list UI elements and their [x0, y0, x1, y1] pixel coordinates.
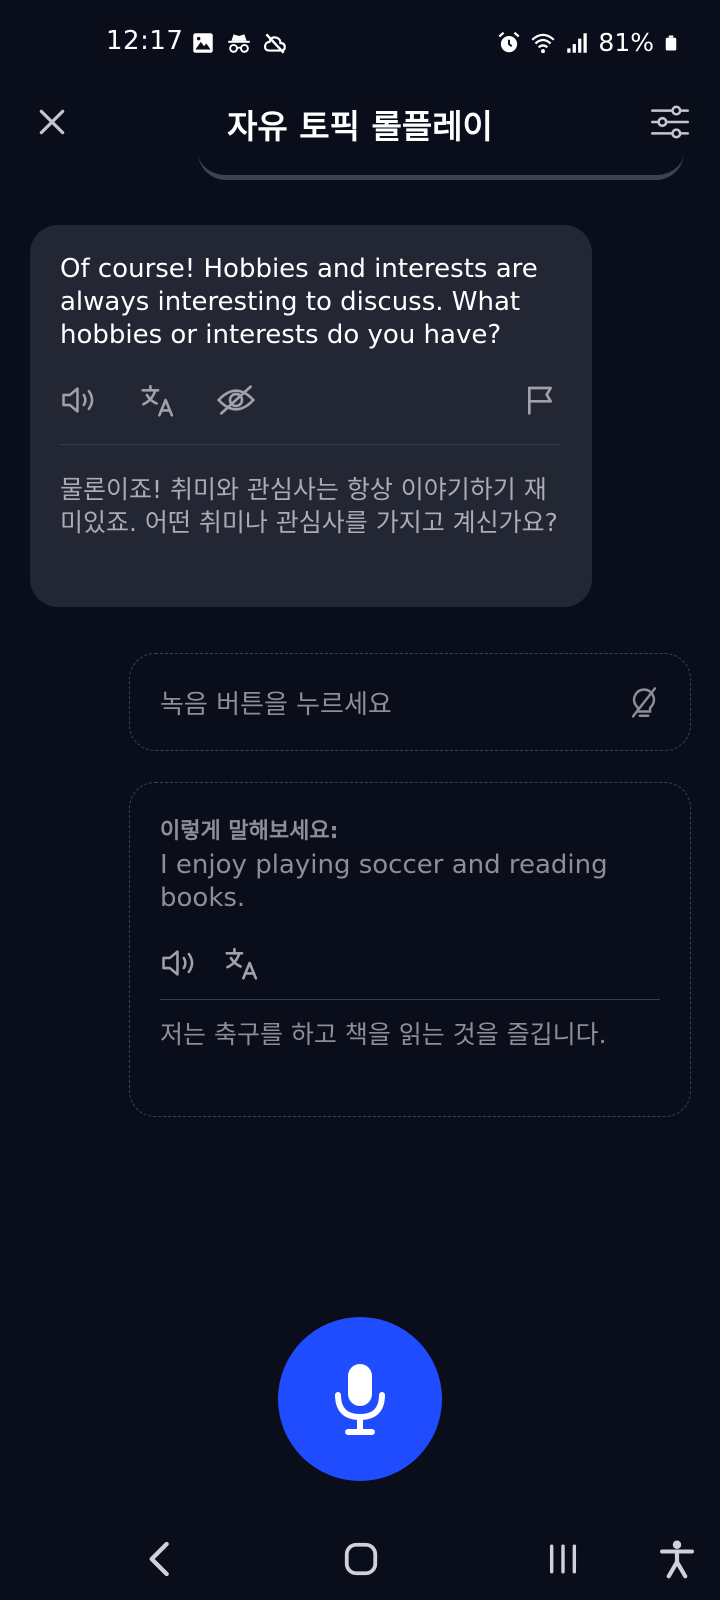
translate-icon: [225, 947, 258, 980]
suggestion-divider: [160, 999, 660, 1000]
bubble-divider: [60, 444, 560, 445]
ai-message-bubble: Of course! Hobbies and interests are alw…: [30, 225, 592, 607]
report-button[interactable]: [520, 380, 560, 420]
status-bar: 12:17 81%: [0, 0, 720, 84]
speaker-icon: [162, 950, 194, 976]
status-left-icons: [190, 30, 288, 56]
nav-accessibility-button[interactable]: [652, 1534, 702, 1584]
sliders-icon: [651, 105, 689, 139]
status-right-icons: 81%: [496, 28, 680, 57]
battery-icon: [665, 35, 677, 50]
suggestion-box: 이렇게 말해보세요: I enjoy playing soccer and re…: [129, 782, 691, 1117]
hint-off-icon: [631, 687, 657, 718]
ai-message-text: Of course! Hobbies and interests are alw…: [60, 254, 538, 350]
back-icon: [149, 1541, 169, 1577]
accessibility-icon: [660, 1540, 694, 1579]
microphone-icon: [335, 1364, 385, 1435]
app-header: 자유 토픽 롤플레이: [0, 84, 720, 160]
nav-back-button[interactable]: [135, 1534, 185, 1584]
status-time: 12:17: [106, 26, 184, 56]
suggestion-speak-button[interactable]: [160, 943, 200, 983]
suggestion-label: 이렇게 말해보세요:: [160, 819, 339, 844]
signal-icon: [567, 32, 588, 53]
hide-text-button[interactable]: [216, 380, 256, 420]
speak-button[interactable]: [60, 380, 100, 420]
gallery-icon: [193, 33, 213, 53]
ai-message-translation: 물론이죠! 취미와 관심사는 항상 이야기하기 재미있죠. 어떤 취미나 관심사…: [60, 475, 558, 537]
wifi-icon: [531, 33, 555, 53]
hint-toggle-button[interactable]: [624, 683, 664, 723]
page-title: 자유 토픽 롤플레이: [227, 107, 493, 146]
nav-recents-button[interactable]: [538, 1534, 588, 1584]
incognito-icon: [228, 34, 250, 53]
recents-icon: [549, 1544, 577, 1574]
roleplay-screen: 12:17 81% 자유 토픽 롤플레이 Of course! Hobbies …: [0, 0, 720, 1600]
speaker-icon: [62, 387, 94, 413]
record-prompt-text: 녹음 버튼을 누르세요: [160, 690, 392, 720]
suggestion-translation: 저는 축구를 하고 책을 읽는 것을 즐깁니다.: [160, 1020, 607, 1049]
record-mic-button[interactable]: [278, 1317, 442, 1481]
alarm-icon: [498, 31, 520, 52]
home-icon: [344, 1542, 378, 1576]
suggestion-actions: [160, 943, 360, 983]
suggestion-text: I enjoy playing soccer and reading books…: [160, 850, 608, 913]
translate-button[interactable]: [138, 380, 178, 420]
nav-home-button[interactable]: [336, 1534, 386, 1584]
cloud-off-icon: [263, 33, 286, 54]
system-nav-bar: [0, 1514, 720, 1600]
battery-percentage: 81%: [598, 28, 654, 57]
flag-icon: [528, 386, 552, 415]
ai-message-actions: [60, 380, 560, 420]
record-prompt-box: 녹음 버튼을 누르세요: [129, 653, 691, 751]
settings-button[interactable]: [648, 100, 692, 144]
hide-icon: [216, 385, 256, 415]
previous-message-edge: [198, 152, 684, 180]
suggestion-translate-button[interactable]: [222, 943, 262, 983]
translate-icon: [141, 384, 174, 417]
